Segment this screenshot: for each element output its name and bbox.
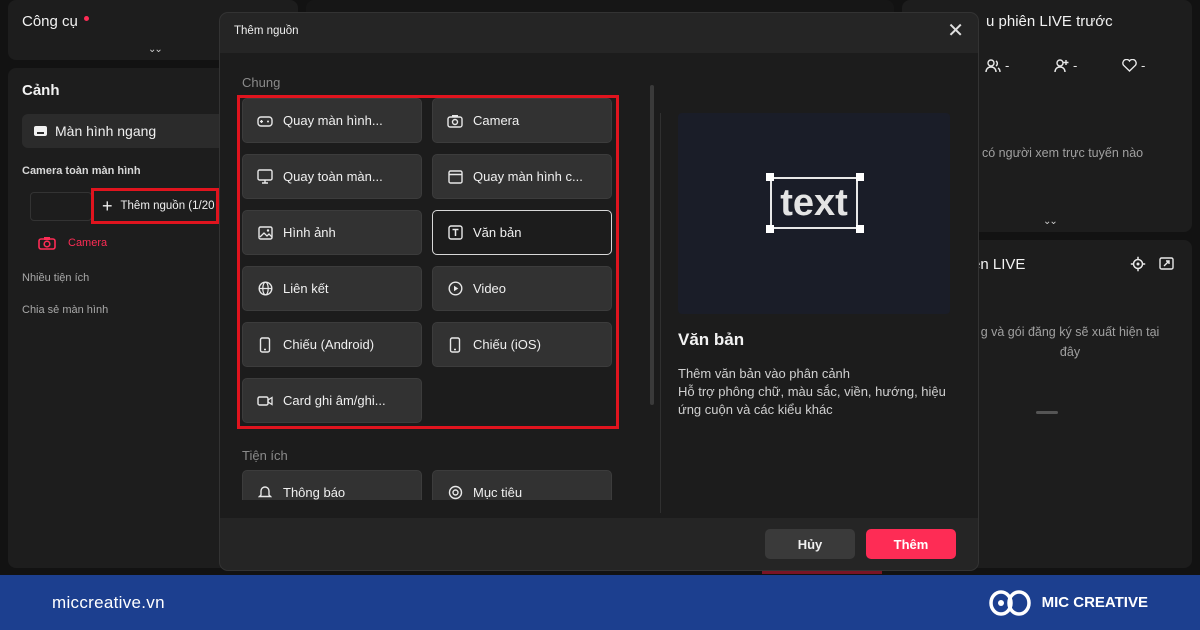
source-option-label: Card ghi âm/ghi... — [283, 393, 386, 408]
camera-source-item[interactable]: Camera — [38, 236, 107, 250]
detail-title: Văn bản — [678, 330, 745, 349]
gamepad-icon — [257, 113, 273, 129]
brand-footer: miccreative.vn MIC CREATIVE — [0, 575, 1200, 630]
source-option-label: Quay màn hình c... — [473, 169, 583, 184]
monitor-icon — [257, 169, 273, 185]
target-icon — [447, 485, 463, 501]
utility-grid: Thông báo Mục tiêu — [220, 470, 660, 500]
source-option[interactable]: Quay màn hình c... — [432, 154, 612, 199]
bell-icon — [257, 485, 273, 501]
source-option-label: Chiếu (iOS) — [473, 337, 541, 352]
phone-icon — [257, 336, 273, 353]
source-option-label: Camera — [473, 113, 520, 128]
source-option[interactable]: Liên kết — [242, 266, 422, 311]
dialog-title: Thêm nguồn — [234, 25, 299, 37]
add-source-button[interactable]: + Thêm nguồn (1/20 — [91, 188, 219, 224]
source-option[interactable]: Card ghi âm/ghi... — [242, 378, 422, 423]
popout-icon[interactable] — [1159, 257, 1174, 270]
globe-icon — [257, 281, 273, 297]
source-placeholder — [30, 192, 92, 221]
window-icon — [447, 169, 463, 185]
source-option[interactable]: Mục tiêu — [432, 470, 612, 500]
screen-share-section[interactable]: Chia sẻ màn hình — [22, 304, 108, 316]
video-camera-icon — [257, 393, 273, 409]
stats-empty-message: có người xem trực tuyến nào — [982, 146, 1144, 160]
source-option-label: Thông báo — [283, 485, 346, 500]
add-source-label: Thêm nguồn (1/20 — [120, 200, 215, 212]
resize-handle-tl — [766, 173, 774, 181]
source-option-label: Chiếu (Android) — [283, 337, 375, 352]
add-button[interactable]: Thêm — [866, 529, 956, 559]
notification-dot — [83, 15, 89, 21]
resize-handle-br — [856, 225, 864, 233]
dialog-body: Chung Quay màn hình... Camera Quay toàn mà… — [220, 53, 978, 518]
source-preview: text — [678, 113, 950, 314]
monitor-icon — [34, 126, 47, 136]
source-option-label: Mục tiêu — [473, 485, 523, 500]
live-empty-message: g và gói đăng ký sẽ xuất hiện tại đây — [980, 325, 1160, 359]
source-option[interactable]: Chiếu (iOS) — [432, 322, 612, 367]
scene-section-title: Camera toàn màn hình — [22, 165, 141, 177]
source-option[interactable]: Chiếu (Android) — [242, 322, 422, 367]
stat-likes: - — [1122, 58, 1145, 73]
add-source-dialog: Thêm nguồn ✕ Chung Quay màn hình... Camer… — [220, 13, 978, 570]
heart-icon — [1122, 59, 1137, 72]
close-icon[interactable]: ✕ — [947, 21, 964, 41]
phone-icon — [447, 336, 463, 353]
source-option-label: Quay toàn màn... — [283, 169, 383, 184]
play-icon — [447, 281, 463, 297]
scene-item-label: Màn hình ngang — [55, 123, 157, 139]
source-option-label: Quay màn hình... — [283, 113, 383, 128]
settings-icon[interactable] — [1130, 256, 1146, 272]
group-general-label: Chung — [242, 75, 281, 90]
source-option[interactable]: Camera — [432, 98, 612, 143]
source-option[interactable]: Văn bản — [432, 210, 612, 255]
source-option-label: Hình ảnh — [283, 225, 336, 240]
source-option[interactable]: Hình ảnh — [242, 210, 422, 255]
tools-title: Công cụ — [22, 13, 89, 30]
plus-icon: + — [102, 195, 113, 216]
scrollbar[interactable] — [650, 85, 654, 405]
chevron-down-icon[interactable]: ⌄⌄ — [148, 44, 163, 55]
brand-name: MIC CREATIVE — [1041, 594, 1148, 611]
brand-logo: MIC CREATIVE — [988, 589, 1148, 617]
resize-handle[interactable] — [1036, 411, 1058, 414]
scenes-title: Cảnh — [22, 82, 60, 99]
detail-line-2: Hỗ trợ phông chữ, màu sắc, viền, hướng, … — [678, 384, 946, 417]
resize-handle-bl — [766, 225, 774, 233]
preview-text-box: text — [770, 177, 858, 229]
camera-source-label: Camera — [68, 237, 108, 249]
source-option-label: Video — [473, 281, 507, 296]
image-icon — [257, 225, 273, 241]
chevron-down-icon[interactable]: ⌄⌄ — [1043, 216, 1058, 227]
stat-followers: - — [1053, 58, 1077, 73]
source-option[interactable]: Quay màn hình... — [242, 98, 422, 143]
add-user-icon — [1054, 58, 1069, 72]
source-option[interactable]: Thông báo — [242, 470, 422, 500]
mic-creative-logo-icon — [988, 589, 1031, 616]
detail-line-1: Thêm văn bản vào phân cảnh — [678, 366, 851, 381]
live-panel-title: ện LIVE — [972, 256, 1026, 273]
cancel-button[interactable]: Hủy — [765, 529, 855, 559]
source-option[interactable]: Video — [432, 266, 612, 311]
stats-title: u phiên LIVE trước — [986, 13, 1113, 30]
group-utilities-label: Tiện ích — [242, 448, 288, 463]
stat-viewers: - — [985, 58, 1009, 73]
camera-icon — [38, 237, 56, 250]
resize-handle-tr — [856, 173, 864, 181]
source-option-label: Văn bản — [473, 225, 522, 240]
detail-description: Thêm văn bản vào phân cảnh Hỗ trợ phông … — [678, 365, 958, 419]
utilities-section[interactable]: Nhiều tiện ích — [22, 272, 89, 284]
website-link[interactable]: miccreative.vn — [52, 593, 165, 613]
source-option-label: Liên kết — [283, 281, 329, 296]
divider — [660, 113, 661, 513]
users-icon — [985, 58, 1001, 72]
text-icon — [447, 225, 463, 241]
source-option[interactable]: Quay toàn màn... — [242, 154, 422, 199]
camera-icon — [447, 113, 463, 129]
